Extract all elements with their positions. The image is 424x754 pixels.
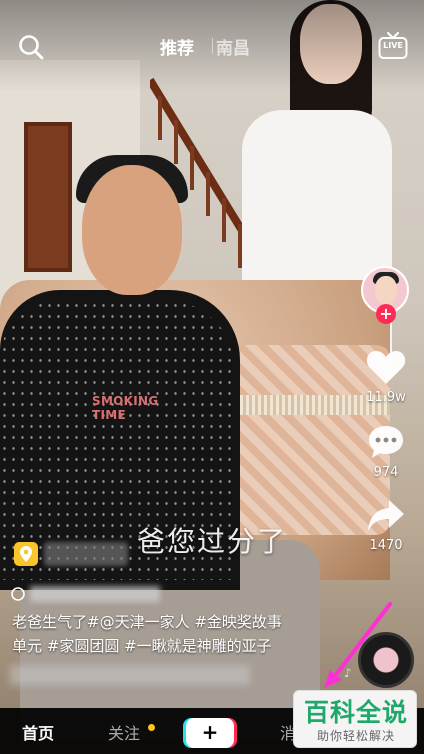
feed-tabs: 推荐 南昌 [160, 34, 250, 59]
follow-plus-button[interactable]: + [376, 304, 396, 324]
comment-bubble-icon [369, 426, 403, 458]
at-icon [11, 587, 25, 601]
like-button[interactable]: 11.9w [365, 348, 407, 405]
live-button[interactable]: LIVE [378, 32, 408, 60]
tab-divider [212, 38, 213, 54]
like-count: 11.9w [366, 390, 406, 405]
live-label: LIVE [383, 41, 403, 50]
heart-icon [366, 351, 406, 384]
comment-count: 974 [373, 465, 399, 480]
background-door [24, 122, 72, 272]
create-video-button[interactable]: + [186, 718, 234, 748]
author-row[interactable] [10, 586, 160, 602]
watermark-subtitle: 助你轻松解决 [316, 729, 395, 743]
author-name-redacted [30, 586, 160, 602]
following-new-dot [148, 724, 155, 731]
nav-following[interactable]: 关注 [108, 720, 140, 744]
avatar-face [375, 276, 397, 304]
action-rail: + 11.9w 974 1470 [356, 266, 416, 553]
author-avatar-group[interactable]: + [361, 266, 411, 330]
tab-local-city[interactable]: 南昌 [216, 34, 250, 59]
nav-home[interactable]: 首页 [22, 720, 54, 744]
description-line-1: 老爸生气了#@天津一家人 #金映奖故事 [12, 613, 282, 631]
search-icon[interactable] [16, 32, 46, 62]
site-watermark: 百科全说 助你轻松解决 [293, 690, 417, 748]
description-line-2: 单元 #家圆团圆 #一瞅就是神雕的亚子 [12, 637, 272, 655]
location-pin-icon [14, 542, 38, 566]
watermark-title: 百科全说 [303, 698, 408, 727]
music-title-redacted[interactable] [10, 665, 250, 685]
location-name-redacted [44, 542, 128, 566]
music-disc-icon[interactable] [358, 632, 414, 688]
top-bar: 推荐 南昌 LIVE [0, 0, 424, 92]
post-description[interactable]: 老爸生气了#@天津一家人 #金映奖故事 单元 #家圆团圆 #一瞅就是神雕的亚子 [12, 610, 352, 658]
location-tag[interactable] [14, 542, 128, 566]
man-face [82, 165, 182, 295]
tab-recommend[interactable]: 推荐 [160, 34, 194, 59]
comment-button[interactable]: 974 [366, 423, 406, 480]
shirt-print-text: SMOKING TIME [92, 394, 159, 422]
